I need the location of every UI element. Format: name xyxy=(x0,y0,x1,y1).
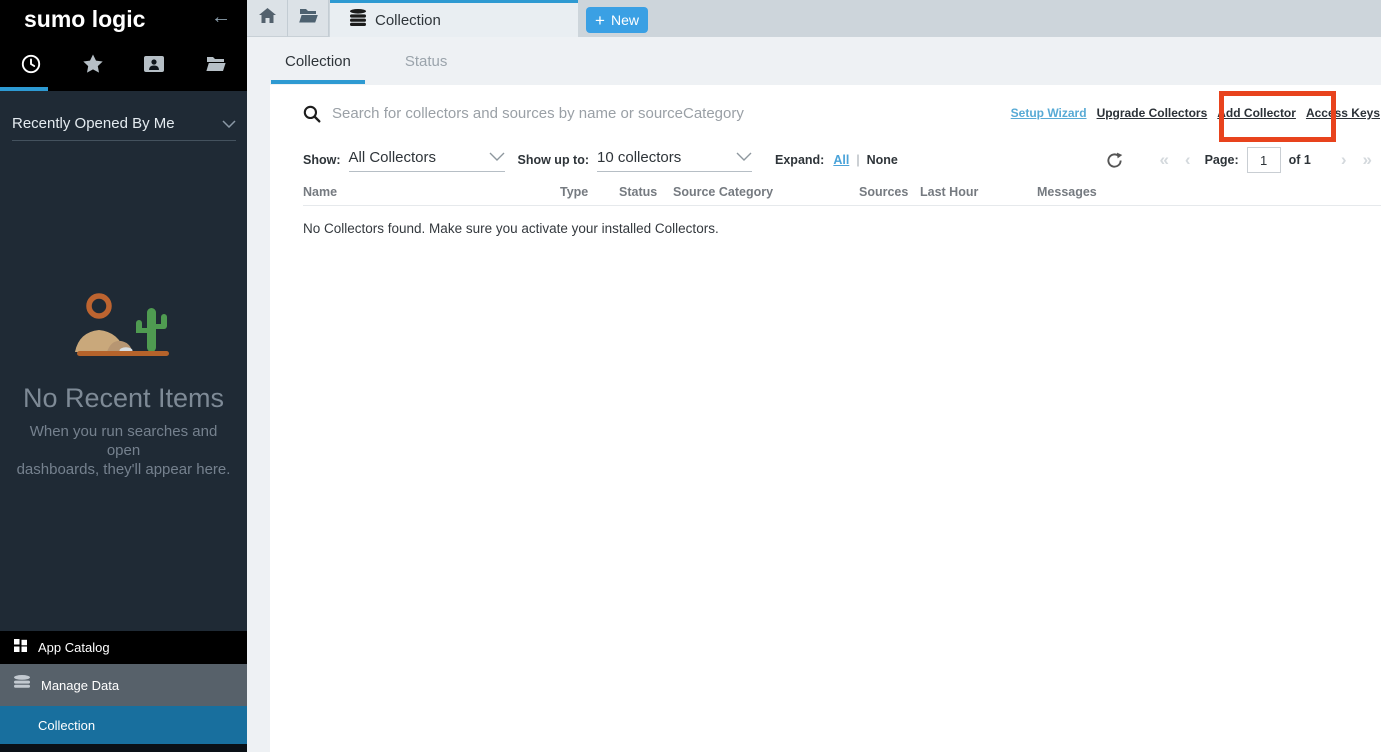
sidebar-tab-favorites[interactable] xyxy=(62,41,124,91)
sidebar-icon-tabs xyxy=(0,41,247,91)
open-folder-icon xyxy=(299,8,318,28)
new-button-label: New xyxy=(611,12,639,28)
filter-row: Show: All Collectors Show up to: 10 coll… xyxy=(303,145,898,175)
app-catalog-label: App Catalog xyxy=(38,640,110,655)
folder-icon xyxy=(206,56,226,77)
page-number-input[interactable] xyxy=(1247,147,1281,173)
col-header-source-category: Source Category xyxy=(673,185,773,199)
show-dropdown[interactable]: All Collectors xyxy=(349,148,505,172)
refresh-icon[interactable] xyxy=(1106,152,1123,169)
sub-tabs: Collection Status xyxy=(247,37,1381,85)
col-header-name: Name xyxy=(303,185,337,199)
prev-page-icon[interactable]: ‹ xyxy=(1185,150,1191,170)
subtab-status[interactable]: Status xyxy=(391,37,462,85)
expand-label: Expand: xyxy=(775,153,824,167)
grid-icon xyxy=(14,639,27,657)
shared-folder-icon xyxy=(144,56,164,77)
empty-collectors-message: No Collectors found. Make sure you activ… xyxy=(303,221,719,236)
sidebar-tab-recents[interactable] xyxy=(0,41,62,91)
upgrade-collectors-link[interactable]: Upgrade Collectors xyxy=(1097,106,1208,120)
col-header-status: Status xyxy=(619,185,657,199)
expand-none-button[interactable]: None xyxy=(867,153,898,167)
search-input[interactable] xyxy=(332,100,992,126)
collector-links: Setup Wizard Upgrade Collectors Add Coll… xyxy=(1011,106,1380,120)
recently-opened-dropdown[interactable]: Recently Opened By Me xyxy=(12,107,236,141)
sidebar-tab-shared[interactable] xyxy=(124,41,186,91)
collapse-sidebar-icon[interactable]: ← xyxy=(211,6,231,29)
col-header-type: Type xyxy=(560,185,588,199)
home-button[interactable] xyxy=(247,0,288,37)
collection-label: Collection xyxy=(38,718,95,733)
sidebar-item-manage-data[interactable]: Manage Data xyxy=(0,664,247,706)
top-tab-bar: Collection + New xyxy=(247,0,1381,37)
col-header-sources: Sources xyxy=(859,185,908,199)
recently-opened-label: Recently Opened By Me xyxy=(12,115,175,132)
chevron-down-icon xyxy=(222,115,236,132)
table-header-row: Name Type Status Source Category Sources… xyxy=(270,185,1381,205)
table-header-divider xyxy=(303,205,1381,206)
expand-all-link[interactable]: All xyxy=(833,153,849,167)
database-icon xyxy=(350,9,366,32)
setup-wizard-link[interactable]: Setup Wizard xyxy=(1011,106,1087,120)
show-up-to-label: Show up to: xyxy=(518,153,590,167)
no-recent-items-title: No Recent Items xyxy=(0,383,247,414)
collection-panel: Setup Wizard Upgrade Collectors Add Coll… xyxy=(270,85,1381,752)
plus-icon: + xyxy=(595,12,605,29)
tab-collection-label: Collection xyxy=(375,12,441,29)
chevron-down-icon xyxy=(489,148,505,166)
pagination: « ‹ Page: of 1 › » xyxy=(1106,145,1372,175)
last-page-icon[interactable]: » xyxy=(1363,150,1372,170)
chevron-down-icon xyxy=(736,148,752,166)
clock-icon xyxy=(21,54,41,79)
no-recent-items-description: When you run searches and open dashboard… xyxy=(14,422,233,479)
subtab-collection[interactable]: Collection xyxy=(271,37,365,85)
sidebar-active-tab-indicator xyxy=(0,87,48,91)
database-icon xyxy=(14,675,30,695)
sidebar-item-collection[interactable]: Collection xyxy=(0,706,247,744)
show-label: Show: xyxy=(303,153,341,167)
sumo-logic-logo: sumo logic xyxy=(24,4,145,34)
expand-divider: | xyxy=(856,153,859,167)
search-icon xyxy=(303,105,321,128)
sidebar-header: sumo logic ← xyxy=(0,0,247,91)
sidebar: sumo logic ← xyxy=(0,0,247,752)
first-page-icon[interactable]: « xyxy=(1159,150,1168,170)
access-keys-link[interactable]: Access Keys xyxy=(1306,106,1380,120)
page-label: Page: xyxy=(1205,153,1239,167)
browse-folder-button[interactable] xyxy=(288,0,329,37)
col-header-messages: Messages xyxy=(1037,185,1097,199)
main-area: Collection + New Collection Status Setup… xyxy=(247,0,1381,752)
home-icon xyxy=(259,8,276,28)
star-icon xyxy=(83,54,103,78)
desert-empty-illustration xyxy=(63,290,183,367)
page-total-label: of 1 xyxy=(1289,153,1311,167)
sidebar-item-app-catalog[interactable]: App Catalog xyxy=(0,631,247,664)
next-page-icon[interactable]: › xyxy=(1341,150,1347,170)
limit-dropdown[interactable]: 10 collectors xyxy=(597,148,752,172)
sidebar-tab-library[interactable] xyxy=(185,41,247,91)
sidebar-menu-strip xyxy=(0,744,247,752)
sidebar-bottom-menu: App Catalog Manage Data Collection xyxy=(0,631,247,752)
col-header-last-hour: Last Hour xyxy=(920,185,978,199)
add-collector-link[interactable]: Add Collector xyxy=(1217,106,1296,120)
new-button[interactable]: + New xyxy=(586,7,648,33)
manage-data-label: Manage Data xyxy=(41,678,119,693)
tab-collection[interactable]: Collection xyxy=(330,0,578,37)
